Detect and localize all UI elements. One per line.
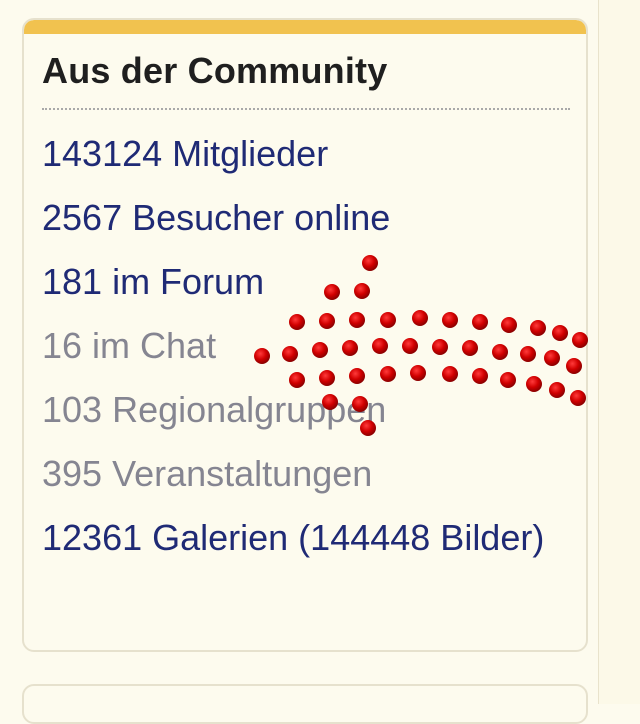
stat-chat-link[interactable]: 16 im Chat bbox=[42, 324, 572, 388]
stat-forum-link[interactable]: 181 im Forum bbox=[42, 260, 572, 324]
title-divider bbox=[42, 108, 570, 110]
panel-accent-bar bbox=[24, 20, 586, 34]
stat-visitors-online-link[interactable]: 2567 Besucher online bbox=[42, 196, 572, 260]
stat-galleries-link[interactable]: 12361 Galerien (144448 Bilder) bbox=[42, 516, 572, 560]
stat-regional-groups-link[interactable]: 103 Regionalgruppen bbox=[42, 388, 572, 452]
stat-members-link[interactable]: 143124 Mitglieder bbox=[42, 132, 572, 196]
right-column-strip bbox=[598, 0, 640, 704]
next-panel bbox=[22, 684, 588, 724]
panel-title: Aus der Community bbox=[42, 50, 388, 91]
community-panel: Aus der Community 143124 Mitglieder 2567… bbox=[22, 18, 588, 652]
community-stats-list: 143124 Mitglieder 2567 Besucher online 1… bbox=[42, 132, 572, 560]
stat-events-link[interactable]: 395 Veranstaltungen bbox=[42, 452, 572, 516]
